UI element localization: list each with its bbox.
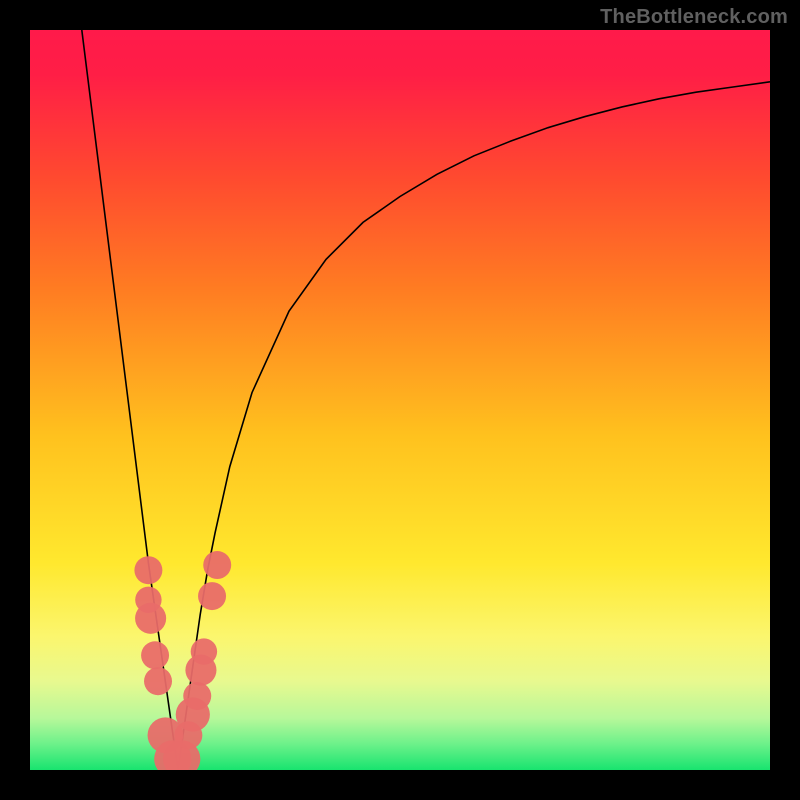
data-point [134,556,162,584]
data-point [183,682,211,710]
plot-area [30,30,770,770]
site-watermark: TheBottleneck.com [600,6,788,29]
data-point [135,603,166,634]
data-point [144,667,172,695]
data-point [191,638,217,664]
gradient-background [30,30,770,770]
chart-frame: TheBottleneck.com [0,0,800,800]
chart-svg [30,30,770,770]
data-point [141,641,169,669]
data-point [198,582,226,610]
data-point [203,551,231,579]
